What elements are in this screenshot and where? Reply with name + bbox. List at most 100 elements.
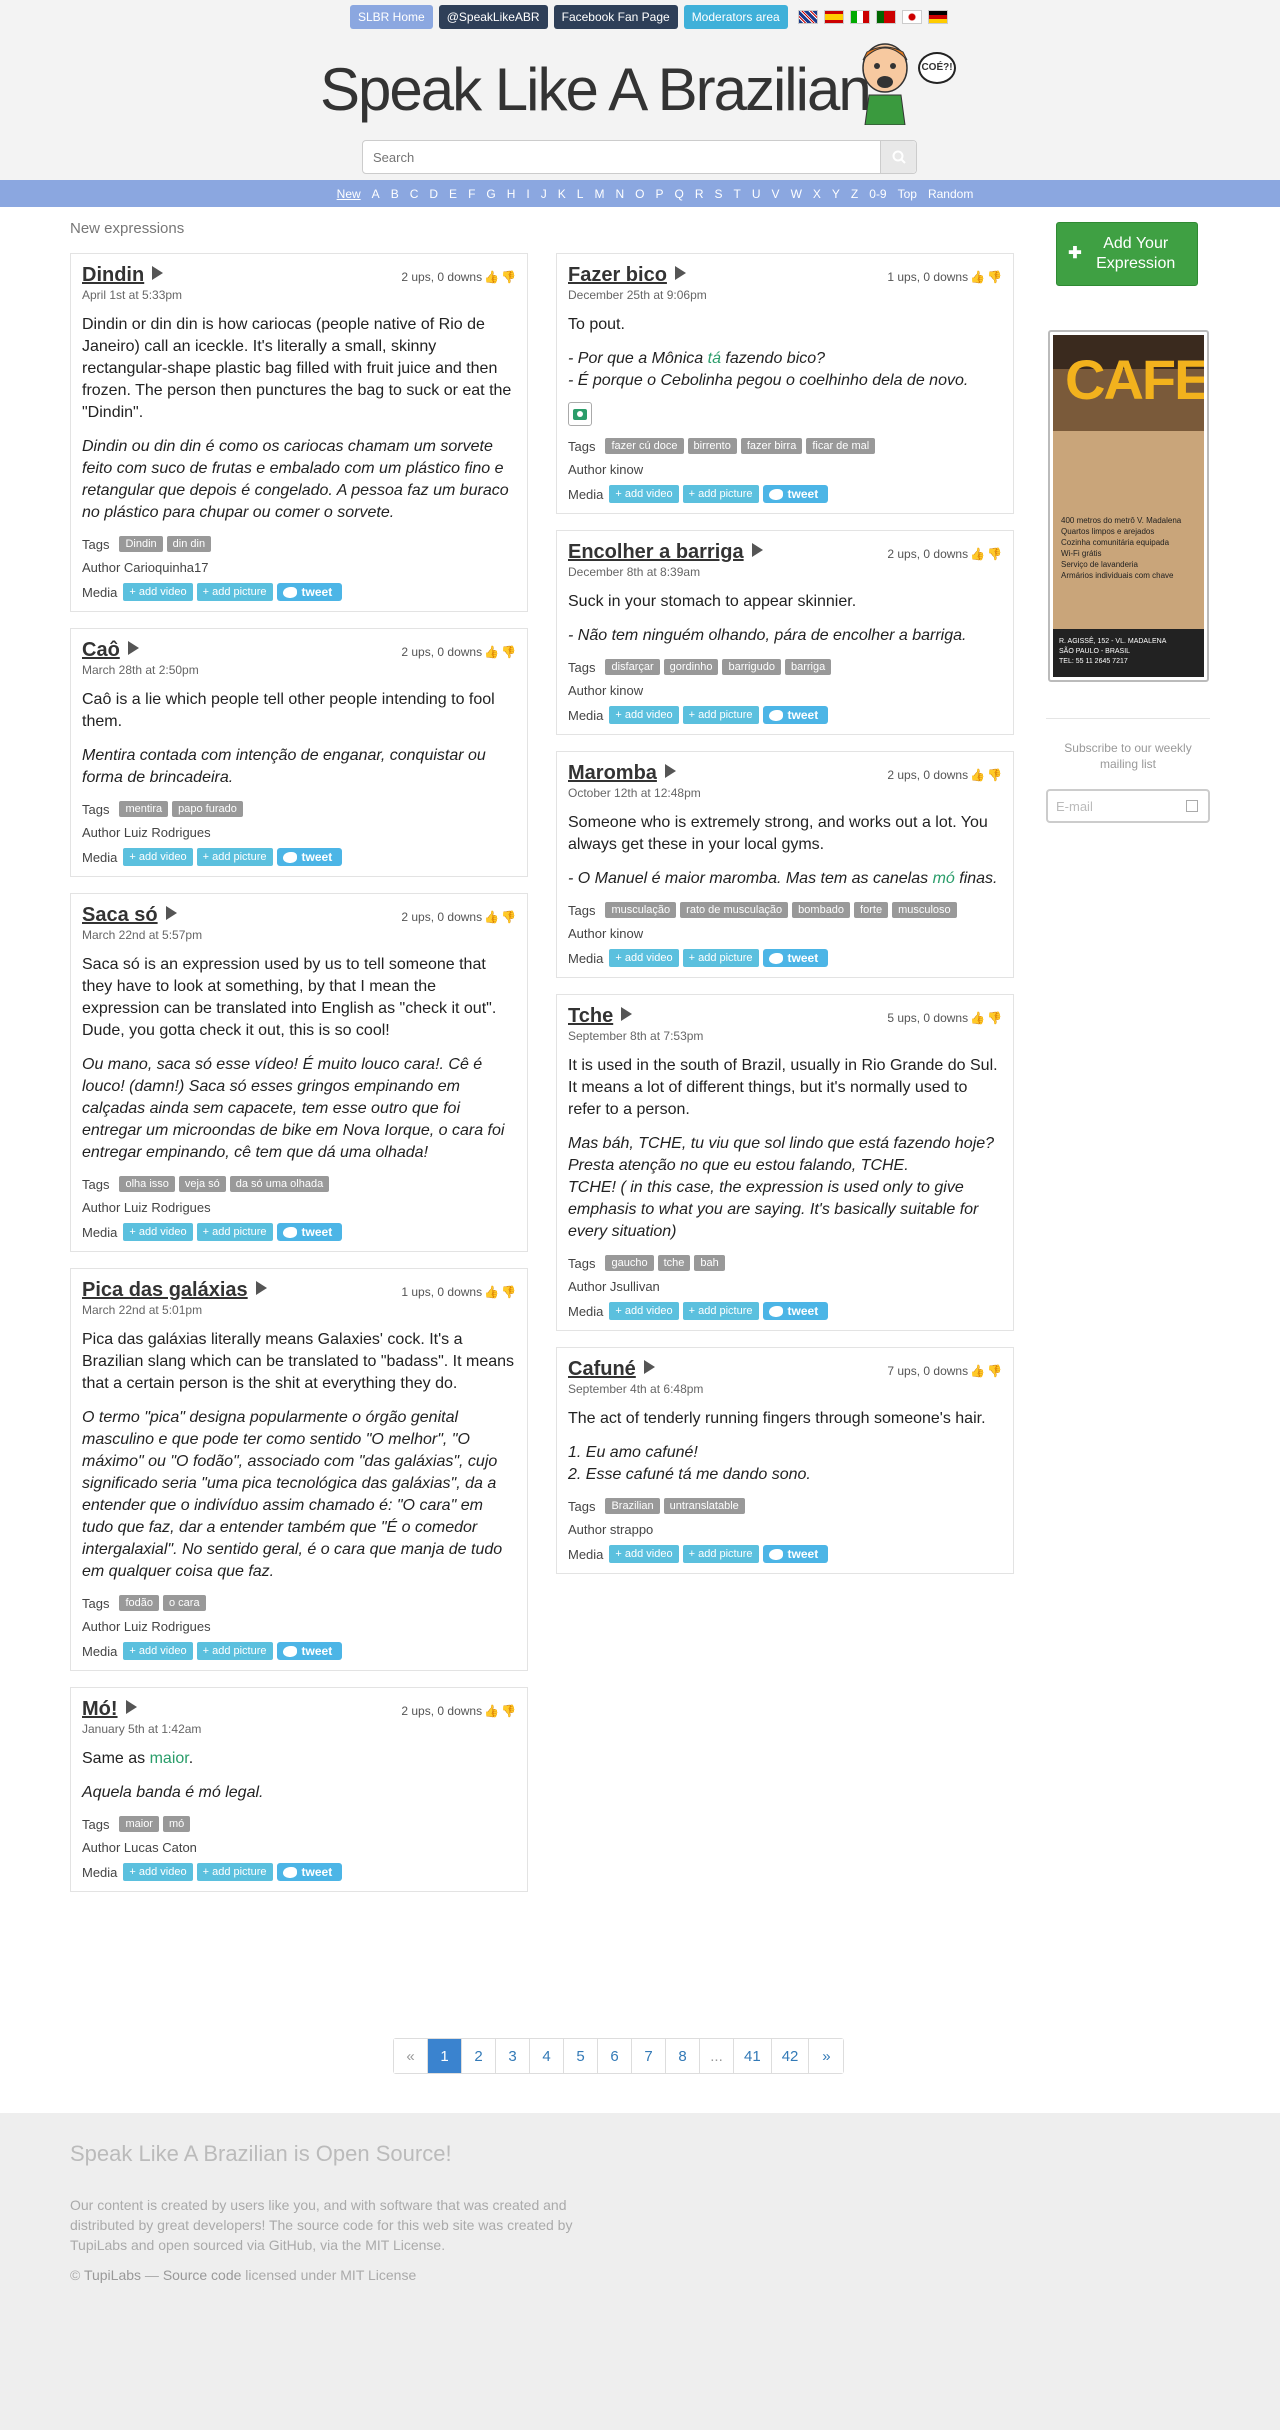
alpha-link-m[interactable]: M	[594, 187, 604, 201]
add-video-button[interactable]: + add video	[123, 848, 193, 866]
expression-title[interactable]: Mó!	[82, 1698, 118, 1720]
page-link[interactable]: 4	[530, 2039, 564, 2073]
page-link[interactable]: 3	[496, 2039, 530, 2073]
author-name[interactable]: strappo	[610, 1522, 653, 1537]
thumbs-up-icon[interactable]: 👍	[484, 1704, 499, 1718]
search-button[interactable]	[880, 141, 916, 173]
play-audio-icon[interactable]	[125, 1700, 137, 1714]
facebook-button[interactable]: Facebook Fan Page	[553, 5, 678, 29]
tweet-button[interactable]: tweet	[762, 485, 829, 503]
add-picture-button[interactable]: + add picture	[196, 1642, 273, 1660]
expression-title[interactable]: Fazer bico	[568, 264, 667, 286]
add-picture-button[interactable]: + add picture	[682, 1545, 759, 1563]
tweet-button[interactable]: tweet	[276, 848, 343, 866]
tag[interactable]: barriga	[784, 659, 832, 675]
add-video-button[interactable]: + add video	[609, 485, 679, 503]
play-audio-icon[interactable]	[674, 266, 686, 280]
expression-title[interactable]: Saca só	[82, 904, 158, 926]
alpha-link-k[interactable]: K	[558, 187, 566, 201]
thumbs-up-icon[interactable]: 👍	[970, 270, 985, 284]
add-picture-button[interactable]: + add picture	[196, 1863, 273, 1881]
page-link[interactable]: 1	[428, 2039, 462, 2073]
play-audio-icon[interactable]	[643, 1360, 655, 1374]
tag[interactable]: mentira	[119, 801, 169, 817]
alpha-link-b[interactable]: B	[391, 187, 399, 201]
expression-title[interactable]: Cafuné	[568, 1358, 636, 1380]
thumbs-down-icon[interactable]: 👎	[501, 910, 516, 924]
author-name[interactable]: Luiz Rodrigues	[124, 1619, 211, 1634]
tag[interactable]: da só uma olhada	[229, 1176, 330, 1192]
add-picture-button[interactable]: + add picture	[682, 1302, 759, 1320]
alpha-link-e[interactable]: E	[449, 187, 457, 201]
author-name[interactable]: kinow	[610, 683, 643, 698]
author-name[interactable]: Luiz Rodrigues	[124, 825, 211, 840]
alpha-link-o[interactable]: O	[635, 187, 644, 201]
page-link[interactable]: 7	[632, 2039, 666, 2073]
tupilabs-link[interactable]: TupiLabs	[84, 2267, 141, 2283]
thumbs-up-icon[interactable]: 👍	[970, 547, 985, 561]
tag[interactable]: musculoso	[892, 902, 957, 918]
alpha-link-z[interactable]: Z	[851, 187, 858, 201]
related-expression-link[interactable]: maior	[150, 1750, 189, 1767]
page-link[interactable]: 42	[771, 2039, 810, 2073]
tag[interactable]: Dindin	[119, 536, 163, 552]
thumbs-up-icon[interactable]: 👍	[484, 645, 499, 659]
japan-flag-icon[interactable]	[901, 10, 922, 24]
add-video-button[interactable]: + add video	[123, 1863, 193, 1881]
add-picture-button[interactable]: + add picture	[682, 485, 759, 503]
tag[interactable]: fodão	[119, 1595, 159, 1611]
thumbs-down-icon[interactable]: 👎	[987, 768, 1002, 782]
thumbs-up-icon[interactable]: 👍	[484, 910, 499, 924]
alpha-link-v[interactable]: V	[772, 187, 780, 201]
tag[interactable]: din din	[166, 536, 212, 552]
page-link[interactable]: 8	[666, 2039, 700, 2073]
alpha-link-top[interactable]: Top	[898, 187, 917, 201]
add-video-button[interactable]: + add video	[123, 1223, 193, 1241]
expression-title[interactable]: Dindin	[82, 264, 144, 286]
spain-flag-icon[interactable]	[823, 10, 844, 24]
thumbs-up-icon[interactable]: 👍	[484, 1285, 499, 1299]
next-page-button[interactable]: »	[809, 2039, 844, 2073]
tweet-button[interactable]: tweet	[276, 1642, 343, 1660]
tag[interactable]: gordinho	[663, 659, 719, 675]
play-audio-icon[interactable]	[127, 641, 139, 655]
add-video-button[interactable]: + add video	[609, 1545, 679, 1563]
expression-title[interactable]: Pica das galáxias	[82, 1279, 248, 1301]
tweet-button[interactable]: tweet	[276, 583, 343, 601]
play-audio-icon[interactable]	[255, 1281, 267, 1295]
add-video-button[interactable]: + add video	[609, 1302, 679, 1320]
hostel-ad[interactable]: CAFE 400 metros do metrô V. Madalena Qua…	[1048, 330, 1209, 682]
page-link[interactable]: 5	[564, 2039, 598, 2073]
add-picture-button[interactable]: + add picture	[196, 848, 273, 866]
tag[interactable]: papo furado	[172, 801, 243, 817]
tag[interactable]: musculação	[605, 902, 677, 918]
add-picture-button[interactable]: + add picture	[682, 706, 759, 724]
alpha-link-n[interactable]: N	[615, 187, 624, 201]
expression-title[interactable]: Caô	[82, 639, 120, 661]
alpha-link-t[interactable]: T	[734, 187, 741, 201]
related-expression-link[interactable]: mó	[933, 870, 955, 887]
thumbs-up-icon[interactable]: 👍	[484, 270, 499, 284]
play-audio-icon[interactable]	[664, 764, 676, 778]
thumbs-down-icon[interactable]: 👎	[987, 1011, 1002, 1025]
tag[interactable]: birrento	[687, 438, 737, 454]
add-video-button[interactable]: + add video	[123, 1642, 193, 1660]
thumbs-down-icon[interactable]: 👎	[987, 547, 1002, 561]
tag[interactable]: fazer cú doce	[605, 438, 684, 454]
add-picture-button[interactable]: + add picture	[196, 1223, 273, 1241]
alpha-link-j[interactable]: J	[541, 187, 547, 201]
tweet-button[interactable]: tweet	[276, 1863, 343, 1881]
tag[interactable]: tche	[657, 1255, 691, 1271]
tag[interactable]: bombado	[792, 902, 851, 918]
uk-flag-icon[interactable]	[797, 10, 818, 24]
tag[interactable]: maior	[119, 1816, 159, 1832]
germany-flag-icon[interactable]	[927, 10, 948, 24]
alpha-link-y[interactable]: Y	[832, 187, 840, 201]
play-audio-icon[interactable]	[152, 266, 164, 280]
alpha-link-0-9[interactable]: 0-9	[869, 187, 886, 201]
add-picture-button[interactable]: + add picture	[682, 949, 759, 967]
add-expression-button[interactable]: ✚ Add Your Expression	[1056, 222, 1198, 286]
add-video-button[interactable]: + add video	[609, 706, 679, 724]
play-audio-icon[interactable]	[165, 906, 177, 920]
tag[interactable]: ficar de mal	[806, 438, 876, 454]
